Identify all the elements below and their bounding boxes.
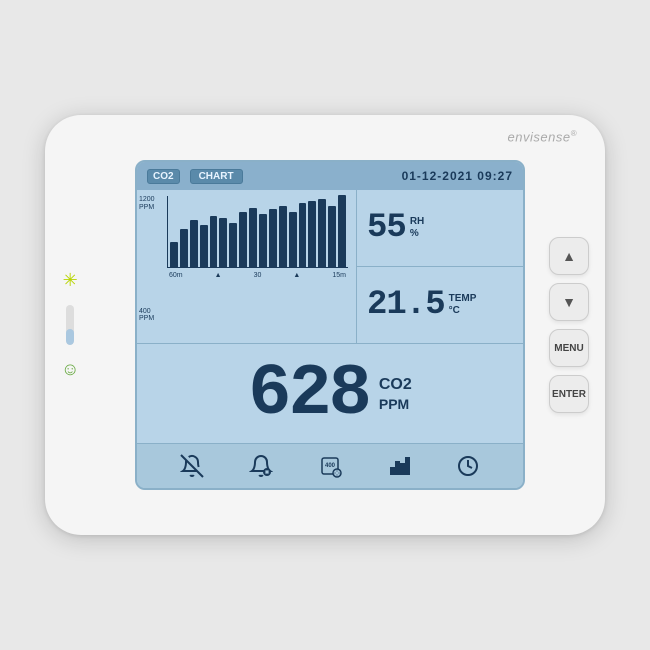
main-screen: CO2 CHART 01-12-2021 09:27 1200PPM 400PP… bbox=[135, 160, 525, 490]
chart-bar bbox=[190, 220, 198, 267]
chart-bar bbox=[279, 206, 287, 267]
chart-bar bbox=[219, 218, 227, 267]
alarm-settings-icon[interactable] bbox=[249, 454, 273, 478]
menu-button[interactable]: MENU bbox=[549, 329, 589, 367]
chart-bar bbox=[328, 206, 336, 267]
humidity-value: 55 bbox=[367, 209, 406, 247]
enter-label: ENTER bbox=[552, 389, 586, 400]
co2-badge: CO2 bbox=[147, 169, 180, 184]
chart-bar bbox=[210, 216, 218, 267]
up-arrow-icon: ▲ bbox=[562, 248, 576, 264]
humidity-unit: RH % bbox=[410, 216, 424, 240]
chart-bar bbox=[318, 199, 326, 267]
datetime-display: 01-12-2021 09:27 bbox=[402, 169, 513, 183]
temperature-reading: 21.5 TEMP °C bbox=[357, 267, 523, 343]
up-button[interactable]: ▲ bbox=[549, 237, 589, 275]
y-label-top: 1200PPM bbox=[139, 196, 155, 211]
device-body: envisense® ✳ ☺ CO2 CHART 01-12-2021 09:2… bbox=[45, 115, 605, 535]
alarm-off-icon[interactable] bbox=[180, 454, 204, 478]
co2-display: 628 CO2 PPM bbox=[137, 344, 523, 444]
right-buttons: ▲ ▼ MENU ENTER bbox=[549, 237, 589, 413]
svg-text:400: 400 bbox=[325, 463, 336, 469]
down-button[interactable]: ▼ bbox=[549, 283, 589, 321]
down-arrow-icon: ▼ bbox=[562, 294, 576, 310]
left-indicators: ✳ ☺ bbox=[61, 270, 79, 380]
chart-bar bbox=[170, 242, 178, 267]
chart-bar bbox=[289, 212, 297, 267]
chart-bar bbox=[269, 209, 277, 267]
x-label-15m: 15m bbox=[332, 272, 346, 279]
marker-triangle-1: ▲ bbox=[215, 272, 222, 279]
co2-unit-block: CO2 PPM bbox=[379, 376, 412, 412]
chart-badge: CHART bbox=[190, 169, 243, 184]
chart-bar bbox=[229, 223, 237, 267]
co2-ppm: PPM bbox=[379, 396, 409, 412]
chart-bar bbox=[249, 208, 257, 267]
marker-triangle-2: ▲ bbox=[293, 272, 300, 279]
chart-bar bbox=[259, 214, 267, 267]
chart-bar bbox=[338, 195, 346, 267]
co2-value: 628 bbox=[248, 358, 369, 430]
screen-middle: 1200PPM 400PPM 60m ▲ 30 ▲ 15m bbox=[137, 190, 523, 344]
chart-bars bbox=[167, 196, 348, 268]
calibrate-icon[interactable]: 400 bbox=[318, 454, 342, 478]
chart-area: 1200PPM 400PPM 60m ▲ 30 ▲ 15m bbox=[137, 190, 357, 343]
chart-bar bbox=[200, 225, 208, 267]
chart-small-icon[interactable] bbox=[387, 454, 411, 478]
readings-area: 55 RH % 21.5 TEMP °C bbox=[357, 190, 523, 343]
chart-y-labels: 1200PPM 400PPM bbox=[139, 196, 155, 323]
y-label-bottom: 400PPM bbox=[139, 308, 155, 323]
x-label-30: 30 bbox=[254, 272, 262, 279]
sun-indicator: ✳ bbox=[63, 270, 78, 291]
temperature-value: 21.5 bbox=[367, 286, 445, 324]
face-indicator: ☺ bbox=[61, 359, 79, 380]
menu-label: MENU bbox=[554, 343, 583, 354]
humidity-reading: 55 RH % bbox=[357, 190, 523, 267]
enter-button[interactable]: ENTER bbox=[549, 375, 589, 413]
chart-bar bbox=[180, 229, 188, 267]
chart-x-labels: 60m ▲ 30 ▲ 15m bbox=[167, 270, 348, 279]
chart-bar bbox=[239, 212, 247, 267]
bottom-bar: 400 bbox=[137, 444, 523, 488]
chart-bar bbox=[299, 203, 307, 267]
screen-topbar: CO2 CHART 01-12-2021 09:27 bbox=[137, 162, 523, 190]
chart-bar bbox=[308, 201, 316, 267]
level-bar bbox=[66, 305, 74, 345]
clock-icon[interactable] bbox=[456, 454, 480, 478]
temperature-unit: TEMP °C bbox=[449, 293, 477, 317]
brand-label: envisense® bbox=[508, 129, 577, 144]
x-label-60m: 60m bbox=[169, 272, 183, 279]
co2-label: CO2 bbox=[379, 376, 412, 394]
chart-bars-container: 60m ▲ 30 ▲ 15m bbox=[167, 196, 348, 327]
